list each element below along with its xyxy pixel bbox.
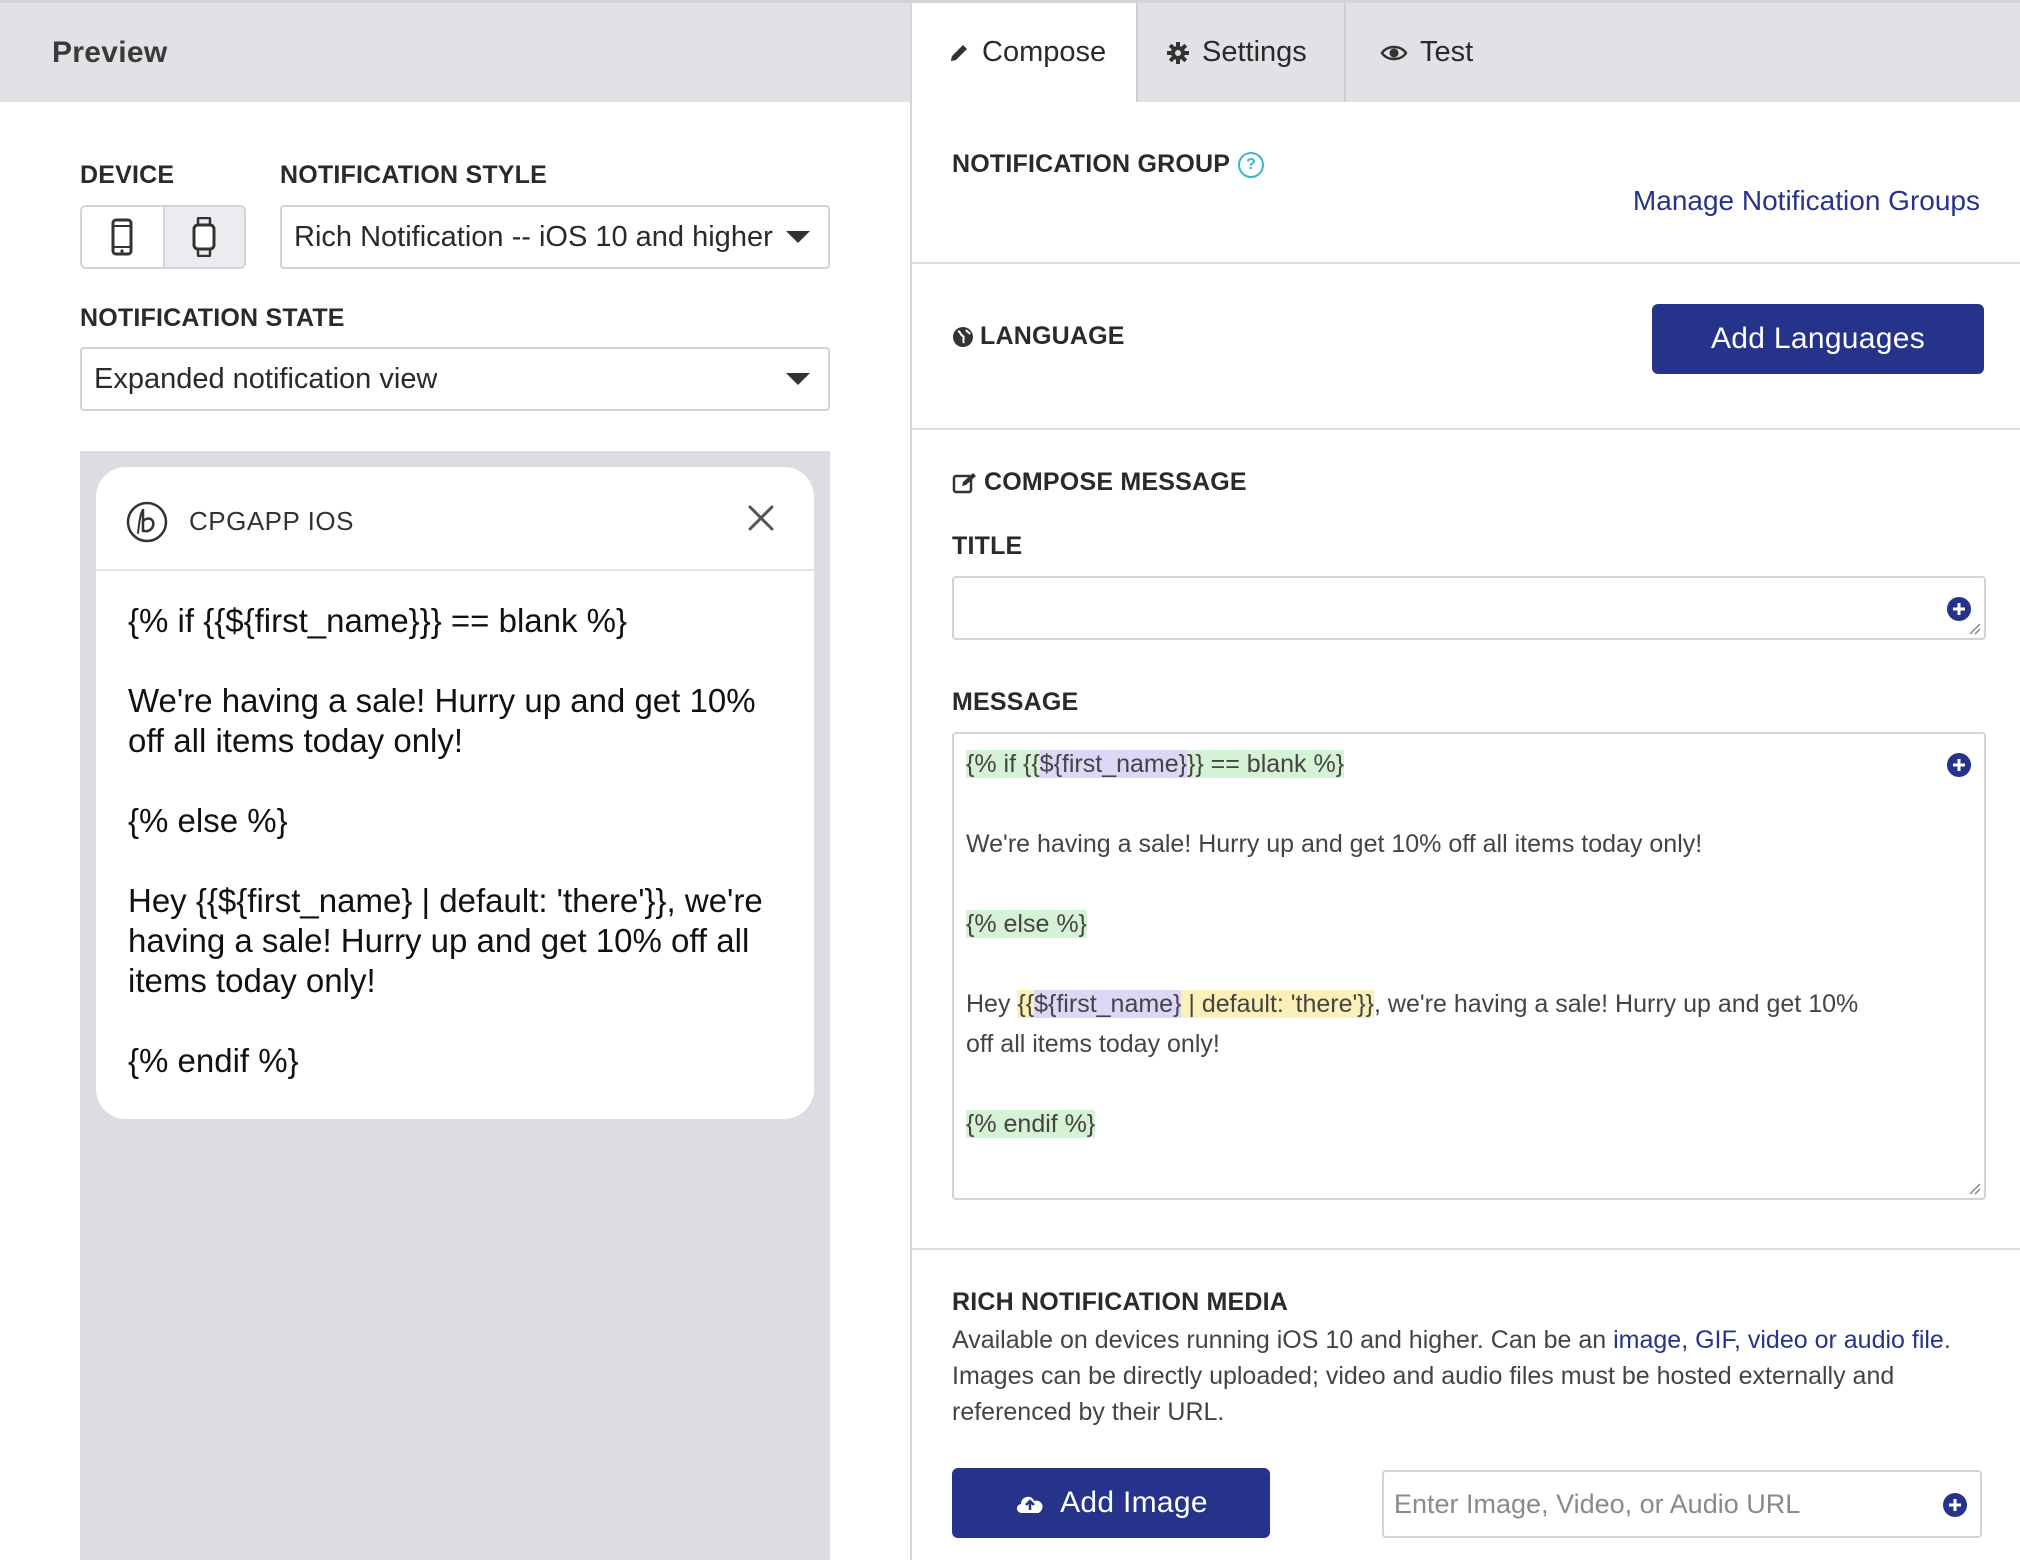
app-logo-icon [126, 501, 168, 543]
device-label: DEVICE [80, 161, 175, 189]
gear-icon [1167, 41, 1189, 64]
message-line: Hey {{${first_name} | default: 'there'}}… [966, 990, 1859, 1018]
watch-icon [192, 217, 216, 257]
notification-app-name: CPGAPP IOS [189, 506, 354, 536]
message-line: {% else %} [966, 910, 1087, 938]
message-label: MESSAGE [952, 688, 1079, 716]
tab-label: Settings [1202, 36, 1307, 68]
tab-compose[interactable]: Compose [912, 3, 1136, 102]
notification-style-label: NOTIFICATION STYLE [280, 161, 548, 189]
resize-handle-icon[interactable] [1964, 1178, 1982, 1196]
globe-icon [953, 326, 973, 347]
notification-preview-area: CPGAPP IOS {% if {{${first_name}}} == bl… [80, 451, 830, 1560]
notification-state-label: NOTIFICATION STATE [80, 304, 345, 332]
notification-body-line: {% if {{${first_name}}} == blank %} [128, 602, 628, 639]
rich-media-description: Available on devices running iOS 10 and … [952, 1326, 1951, 1426]
chevron-down-icon [786, 231, 810, 243]
pencil-icon [951, 44, 967, 61]
notification-style-value: Rich Notification -- iOS 10 and higher [294, 220, 773, 253]
phone-device-button[interactable] [82, 207, 163, 267]
message-input[interactable]: {% if {{${first_name}}} == blank %} We'r… [952, 732, 1986, 1200]
add-languages-button[interactable]: Add Languages [1652, 304, 1984, 374]
media-url-placeholder: Enter Image, Video, or Audio URL [1394, 1488, 1801, 1519]
tab-label: Test [1420, 36, 1474, 68]
help-icon[interactable]: ? [1238, 151, 1265, 178]
notification-style-select[interactable]: Rich Notification -- iOS 10 and higher [280, 205, 830, 269]
notification-body-line: {% endif %} [128, 1042, 299, 1079]
tab-label: Compose [982, 36, 1107, 68]
notification-state-select[interactable]: Expanded notification view [80, 347, 830, 411]
eye-icon [1380, 45, 1408, 60]
phone-icon [111, 218, 133, 256]
preview-title: Preview [52, 36, 168, 69]
language-label: LANGUAGE [952, 322, 1125, 351]
notification-body-line: Hey {{${first_name} | default: 'there'}}… [128, 882, 763, 999]
notification-body-line: {% else %} [128, 802, 288, 839]
watch-device-button[interactable] [162, 207, 244, 267]
edit-icon [952, 472, 976, 493]
manage-notification-groups-link[interactable]: Manage Notification Groups [1633, 185, 1980, 217]
message-line: {% if {{${first_name}}} == blank %} [966, 750, 1345, 778]
compose-pane: Compose Settings Test NOTIFICATION GROUP… [910, 0, 2020, 1560]
tab-bar: Compose Settings Test [912, 0, 2020, 102]
message-line: off all items today only! [966, 1030, 1220, 1058]
notification-body: {% if {{${first_name}}} == blank %} We'r… [128, 601, 788, 1121]
message-content: {% if {{${first_name}}} == blank %} We'r… [966, 744, 1926, 1144]
rich-media-label: RICH NOTIFICATION MEDIA [952, 1288, 1289, 1316]
notification-group-label: NOTIFICATION GROUP ? [952, 150, 1265, 179]
title-label: TITLE [952, 532, 1023, 560]
notification-header: CPGAPP IOS [96, 467, 814, 571]
add-personalization-icon[interactable] [1942, 1492, 1968, 1518]
compose-message-label: COMPOSE MESSAGE [952, 468, 1247, 497]
media-types-link[interactable]: image, GIF, video or audio file [1613, 1326, 1944, 1354]
notification-card: CPGAPP IOS {% if {{${first_name}}} == bl… [96, 467, 814, 1119]
tab-test[interactable]: Test [1346, 3, 1526, 102]
add-personalization-icon[interactable] [1946, 752, 1972, 778]
preview-header: Preview [0, 3, 910, 102]
close-icon[interactable] [746, 503, 776, 533]
device-toggle [80, 205, 246, 269]
message-line: {% endif %} [966, 1110, 1096, 1138]
notification-state-value: Expanded notification view [94, 362, 438, 395]
preview-pane: Preview DEVICE NOTIFICATION STYLE Rich N… [0, 0, 910, 1560]
message-line: We're having a sale! Hurry up and get 10… [966, 830, 1703, 858]
chevron-down-icon [786, 373, 810, 385]
title-input[interactable] [952, 576, 1986, 640]
tab-settings[interactable]: Settings [1138, 3, 1344, 102]
media-url-input[interactable]: Enter Image, Video, or Audio URL [1382, 1470, 1982, 1538]
notification-body-line: We're having a sale! Hurry up and get 10… [128, 682, 756, 759]
resize-handle-icon[interactable] [1964, 618, 1982, 636]
cloud-upload-icon [1017, 1496, 1043, 1513]
add-image-button[interactable]: Add Image [952, 1468, 1270, 1538]
